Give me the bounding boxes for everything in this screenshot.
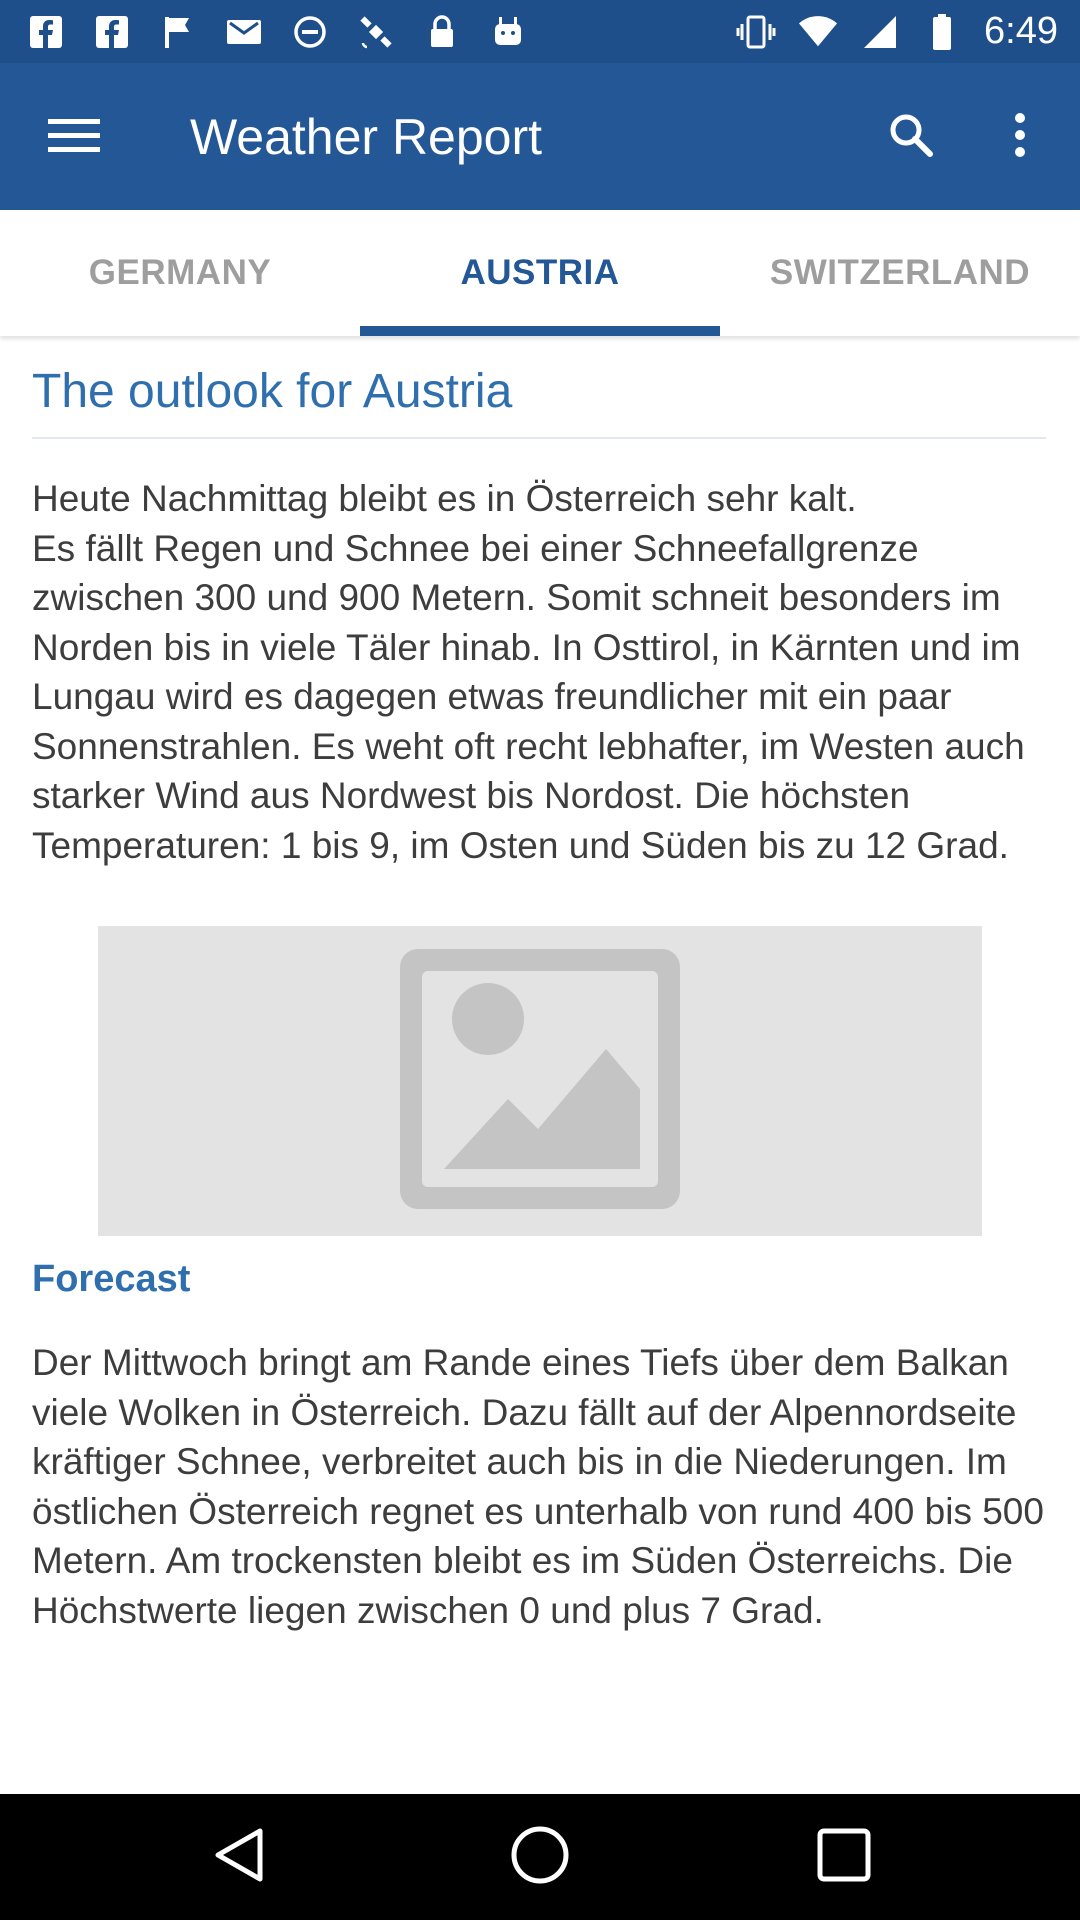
forecast-paragraph: Der Mittwoch bringt am Rande eines Tiefs… bbox=[32, 1342, 1044, 1631]
tab-switzerland[interactable]: SWITZERLAND bbox=[720, 210, 1080, 336]
weather-image bbox=[98, 926, 982, 1236]
hamburger-menu-icon bbox=[48, 117, 100, 158]
image-placeholder-icon bbox=[400, 948, 680, 1214]
selected-tab-indicator bbox=[360, 326, 720, 336]
vibrate-icon bbox=[736, 12, 776, 52]
back-button[interactable] bbox=[208, 1827, 268, 1887]
outlook-paragraph: Heute Nachmittag bleibt es in Österreich… bbox=[32, 478, 1025, 866]
page-title: The outlook for Austria bbox=[32, 365, 513, 418]
status-bar: 6:49 bbox=[0, 0, 1080, 63]
satellite-icon bbox=[356, 12, 396, 52]
android-icon bbox=[488, 12, 528, 52]
home-button[interactable] bbox=[510, 1825, 570, 1890]
tab-austria[interactable]: AUSTRIA bbox=[360, 210, 720, 336]
battery-icon bbox=[922, 12, 962, 52]
app-bar: Weather Report bbox=[0, 63, 1080, 210]
flag-icon bbox=[158, 12, 198, 52]
more-vertical-icon bbox=[1013, 112, 1027, 163]
country-tabs: GERMANY AUSTRIA SWITZERLAND bbox=[0, 210, 1080, 336]
lock-icon bbox=[422, 12, 462, 52]
menu-button[interactable] bbox=[44, 107, 104, 167]
more-options-button[interactable] bbox=[995, 107, 1045, 167]
status-time: 6:49 bbox=[984, 10, 1058, 52]
recent-apps-button[interactable] bbox=[814, 1827, 874, 1887]
forecast-heading: Forecast bbox=[32, 1258, 191, 1300]
back-triangle-icon bbox=[210, 1825, 266, 1890]
tab-germany[interactable]: GERMANY bbox=[0, 210, 360, 336]
navigation-bar bbox=[0, 1794, 1080, 1920]
app-title: Weather Report bbox=[190, 109, 543, 165]
signal-icon bbox=[860, 12, 900, 52]
divider bbox=[32, 437, 1046, 439]
facebook-icon bbox=[92, 12, 132, 52]
blocked-icon bbox=[290, 12, 330, 52]
search-button[interactable] bbox=[881, 107, 941, 167]
system-status-icons: 6:49 bbox=[736, 10, 1058, 53]
search-icon bbox=[887, 111, 935, 164]
wifi-icon bbox=[798, 12, 838, 52]
facebook-icon bbox=[26, 12, 66, 52]
home-circle-icon bbox=[510, 1825, 570, 1890]
recent-apps-square-icon bbox=[816, 1827, 872, 1888]
mail-icon bbox=[224, 12, 264, 52]
notification-icons bbox=[26, 12, 528, 52]
